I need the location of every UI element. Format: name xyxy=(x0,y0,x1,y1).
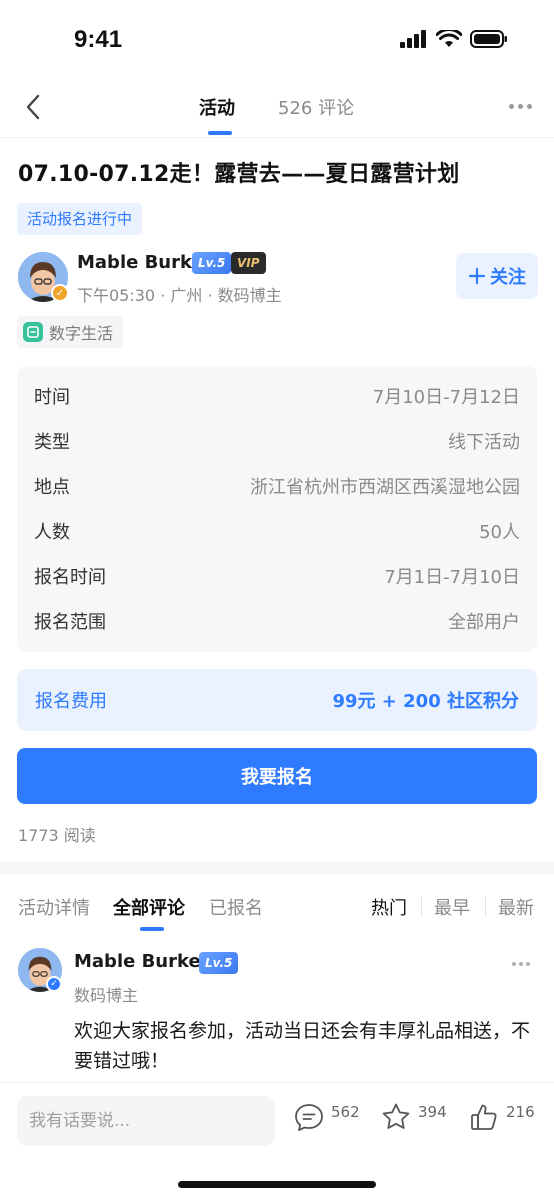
info-key: 报名范围 xyxy=(34,612,106,633)
tab-activity[interactable]: 活动 xyxy=(199,94,235,120)
comment-text: 欢迎大家报名参加，活动当日还会有丰厚礼品相送，不要错过哦！ xyxy=(74,1020,531,1072)
follow-label: 关注 xyxy=(490,267,526,288)
sub-tab-indicator xyxy=(140,927,164,931)
verified-badge-icon: ✓ xyxy=(51,284,69,302)
comments-count: 562 xyxy=(331,1103,360,1121)
back-arrow-icon[interactable] xyxy=(20,92,50,122)
info-key: 时间 xyxy=(34,387,70,408)
home-indicator xyxy=(178,1181,376,1188)
level-badge: Lv.5 xyxy=(192,252,232,274)
likes-count: 216 xyxy=(506,1103,535,1121)
more-options-icon[interactable] xyxy=(509,104,532,109)
sort-divider xyxy=(421,896,422,916)
post-meta: 下午05:30 · 广州 · 数码博主 xyxy=(77,286,282,305)
fee-card: 报名费用 99元 + 200 社区积分 xyxy=(17,669,537,731)
info-value: 7月10日-7月12日 xyxy=(372,387,520,408)
tab-registered[interactable]: 已报名 xyxy=(209,894,263,920)
fee-value: 99元 + 200 社区积分 xyxy=(332,691,519,712)
comment-author-name[interactable]: Mable Burke xyxy=(74,951,201,972)
comment-tabs: 活动详情 全部评论 已报名 热门 最早 最新 xyxy=(0,874,554,932)
status-time: 9:41 xyxy=(74,26,123,53)
info-key: 地点 xyxy=(34,477,70,498)
like-action[interactable]: 216 xyxy=(468,1101,535,1133)
topic-label: 数字生活 xyxy=(49,324,114,343)
status-icons xyxy=(400,30,508,48)
read-count: 1773 阅读 xyxy=(18,826,96,845)
verified-badge-icon: ✓ xyxy=(46,976,62,992)
comment-level-badge: Lv.5 xyxy=(199,952,239,974)
plus-icon xyxy=(468,267,486,285)
thumbs-up-icon xyxy=(471,1104,497,1130)
info-key: 人数 xyxy=(34,522,70,543)
comment-bubble-icon xyxy=(295,1104,323,1131)
sort-hot[interactable]: 热门 xyxy=(371,894,407,920)
status-badge: 活动报名进行中 xyxy=(17,203,143,235)
follow-button[interactable]: 关注 xyxy=(456,253,538,299)
info-row: 地点 浙江省杭州市西湖区西溪湿地公园 xyxy=(34,471,520,501)
section-divider xyxy=(0,862,554,874)
comment-input[interactable] xyxy=(17,1096,275,1146)
author-name[interactable]: Mable Burke xyxy=(77,252,204,273)
info-value: 浙江省杭州市西湖区西溪湿地公园 xyxy=(250,477,520,498)
wifi-icon xyxy=(436,30,462,47)
topic-tag[interactable]: 数字生活 xyxy=(17,316,124,348)
info-key: 报名时间 xyxy=(34,567,106,588)
comment-author-role: 数码博主 xyxy=(74,986,139,1005)
comments-action[interactable]: 562 xyxy=(293,1101,360,1133)
info-row: 时间 7月10日-7月12日 xyxy=(34,381,520,411)
info-value: 7月1日-7月10日 xyxy=(384,567,520,588)
info-row: 报名时间 7月1日-7月10日 xyxy=(34,561,520,591)
info-row: 类型 线下活动 xyxy=(34,426,520,456)
sort-latest[interactable]: 最新 xyxy=(498,894,534,920)
sort-divider xyxy=(485,896,486,916)
info-row: 报名范围 全部用户 xyxy=(34,606,520,636)
info-row: 人数 50人 xyxy=(34,516,520,546)
vip-badge: VIP xyxy=(231,252,266,274)
info-value: 全部用户 xyxy=(448,612,520,633)
fee-label: 报名费用 xyxy=(35,691,107,712)
topic-icon xyxy=(23,322,43,342)
info-key: 类型 xyxy=(34,432,70,453)
comment-more-icon[interactable] xyxy=(512,962,530,966)
signal-icon xyxy=(400,30,426,48)
tab-activity-details[interactable]: 活动详情 xyxy=(18,894,90,920)
sort-earliest[interactable]: 最早 xyxy=(434,894,470,920)
tab-comments[interactable]: 526 评论 xyxy=(278,94,354,120)
signup-button[interactable]: 我要报名 xyxy=(17,748,537,804)
activity-info-card: 时间 7月10日-7月12日 类型 线下活动 地点 浙江省杭州市西湖区西溪湿地公… xyxy=(17,366,537,652)
battery-icon xyxy=(470,30,507,48)
favorite-action[interactable]: 394 xyxy=(380,1101,447,1133)
tab-all-comments[interactable]: 全部评论 xyxy=(113,894,185,920)
favorites-count: 394 xyxy=(418,1103,447,1121)
tab-indicator xyxy=(208,131,232,135)
bottom-action-bar: 562 394 216 xyxy=(0,1082,554,1200)
post-title: 07.10-07.12走！露营去——夏日露营计划 xyxy=(18,162,460,187)
status-bar: 9:41 xyxy=(0,0,554,80)
info-value: 线下活动 xyxy=(448,432,520,453)
star-icon xyxy=(382,1103,410,1129)
top-navigation: 活动 526 评论 xyxy=(0,80,554,138)
info-value: 50人 xyxy=(479,522,520,543)
